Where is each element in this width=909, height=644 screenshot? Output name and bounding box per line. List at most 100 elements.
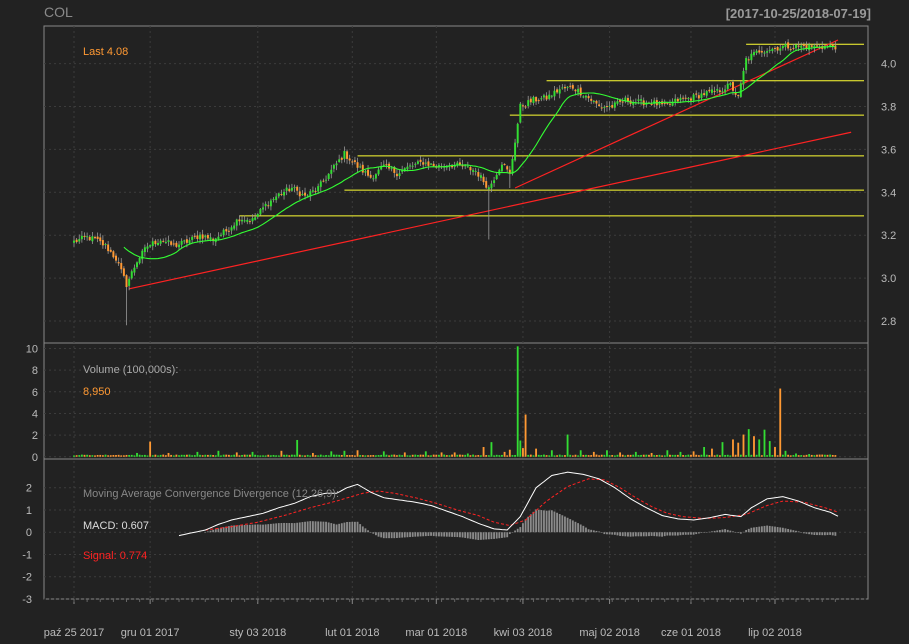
macd-histogram-bar — [285, 522, 288, 533]
volume-bar — [188, 454, 191, 457]
volume-bar — [553, 455, 556, 457]
volume-bar — [107, 455, 110, 457]
volume-bar — [655, 455, 658, 457]
volume-bar — [650, 452, 653, 457]
candle-body — [75, 239, 78, 243]
macd-histogram-bar — [556, 512, 558, 533]
candle-body — [771, 48, 774, 52]
macd-histogram-bar — [338, 523, 341, 533]
candle-body — [521, 105, 524, 107]
volume-bar — [808, 454, 811, 457]
x-tick-label: kwi 03 2018 — [494, 627, 553, 639]
volume-bar — [267, 454, 270, 457]
volume-bar — [640, 454, 643, 457]
candle-body — [419, 159, 422, 162]
macd-histogram-bar — [451, 532, 453, 537]
macd-histogram-bar — [753, 527, 755, 533]
candle-body — [708, 89, 711, 92]
candle-body — [710, 89, 713, 93]
volume-bar — [600, 454, 603, 457]
volume-bar — [474, 455, 477, 457]
volume-bar — [225, 454, 228, 457]
macd-histogram-bar — [529, 514, 532, 533]
volume-bar — [545, 455, 548, 457]
volume-bar — [99, 454, 102, 457]
macd-histogram-bar — [248, 524, 251, 533]
volume-bar — [540, 455, 543, 457]
macd-histogram-bar — [506, 532, 509, 538]
candle-body — [545, 95, 548, 100]
candle-body — [721, 91, 724, 93]
volume-bar — [590, 455, 593, 457]
candle-body — [356, 162, 359, 168]
volume-bar — [787, 454, 790, 457]
candle-body — [495, 174, 498, 180]
macd-histogram-bar — [432, 532, 435, 537]
volume-bar — [732, 439, 734, 457]
candle-body — [787, 42, 790, 49]
volume-bar — [332, 454, 335, 457]
volume-bar — [164, 455, 167, 457]
volume-bar — [514, 454, 516, 457]
candle-body — [718, 90, 721, 93]
candle-body — [220, 234, 223, 236]
volume-bar — [495, 454, 498, 457]
macd-histogram-bar — [821, 532, 824, 536]
signal-line — [205, 478, 839, 531]
candle-body — [120, 262, 123, 270]
candle-body — [514, 142, 517, 161]
candle-body — [737, 95, 740, 97]
macd-histogram-bar — [427, 532, 430, 536]
macd-histogram-bar — [726, 529, 729, 533]
macd-histogram-bar — [758, 526, 761, 533]
candle-body — [78, 239, 81, 242]
candle-body — [424, 162, 427, 164]
macd-histogram-bar — [687, 532, 690, 535]
volume-bar — [763, 429, 766, 457]
macd-histogram-bar — [233, 525, 236, 533]
volume-bar — [747, 429, 750, 457]
volume-bar — [818, 454, 821, 457]
macd-histogram-bar — [372, 532, 375, 534]
candle-body — [637, 99, 640, 101]
macd-histogram-bar — [367, 530, 369, 533]
volume-bar — [388, 455, 390, 457]
candle-body — [595, 100, 598, 104]
macd-histogram-bar — [669, 532, 671, 536]
candle-body — [810, 45, 813, 47]
volume-bar — [367, 455, 369, 457]
volume-bar — [256, 455, 259, 457]
candle-body — [395, 173, 398, 177]
candle-body — [781, 46, 784, 49]
candle-body — [684, 97, 687, 99]
candle-body — [138, 258, 141, 264]
macd-histogram-bar — [516, 528, 519, 533]
macd-histogram-bar — [514, 530, 516, 533]
volume-bar — [760, 455, 763, 457]
macd-histogram-bar — [671, 532, 674, 536]
volume-bar — [214, 455, 217, 457]
volume-bar — [220, 455, 222, 457]
volume-bar — [619, 452, 622, 457]
macd-histogram-bar — [288, 523, 291, 533]
candle-body — [83, 235, 86, 238]
price-tick-label: 4.0 — [881, 59, 896, 71]
macd-histogram-bar — [737, 532, 740, 533]
macd-histogram-bar — [802, 532, 805, 534]
volume-bar — [424, 451, 427, 457]
candle-body — [369, 174, 372, 178]
volume-bar — [141, 455, 144, 457]
candle-body — [466, 166, 469, 168]
candle-body — [700, 93, 703, 99]
volume-bar — [548, 455, 551, 457]
volume-bar — [711, 448, 713, 457]
volume-bar — [679, 451, 682, 457]
macd-tick-label: 0 — [26, 527, 32, 539]
volume-bar — [359, 455, 362, 457]
macd-histogram-bar — [419, 532, 422, 537]
macd-histogram-bar — [532, 511, 535, 533]
volume-bar — [201, 455, 204, 457]
candle-body — [668, 103, 671, 105]
volume-bar — [469, 455, 472, 457]
volume-bar — [112, 455, 115, 457]
